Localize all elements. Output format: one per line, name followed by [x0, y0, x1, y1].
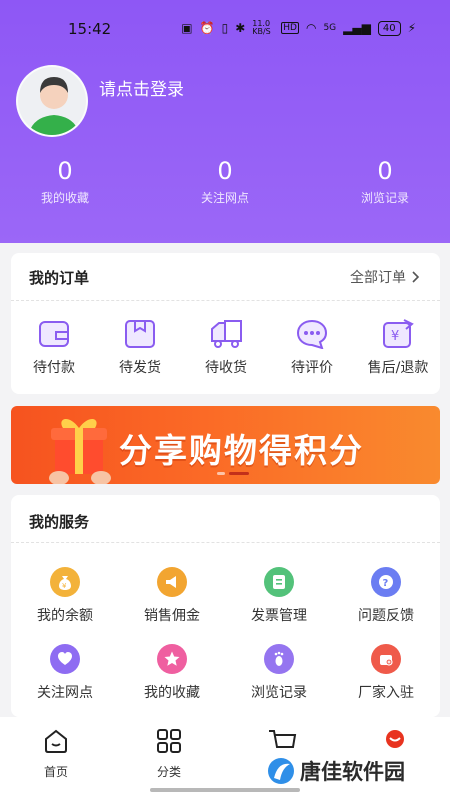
order-label: 售后/退款	[367, 360, 429, 376]
order-pending-review[interactable]: 待评价	[272, 319, 352, 377]
battery-indicator: 40	[377, 20, 401, 36]
watermark-text: 唐佳软件园	[300, 760, 405, 784]
wifi-icon: ◠	[305, 21, 317, 35]
carousel-indicator	[217, 472, 249, 475]
stat-followed-outlets[interactable]: 0 关注网点	[160, 157, 290, 206]
cart-icon	[269, 730, 297, 748]
order-label: 待收货	[205, 360, 247, 376]
stat-browse-history[interactable]: 0 浏览记录	[320, 157, 450, 206]
all-orders-label: 全部订单	[350, 270, 406, 286]
service-label: 厂家入驻	[358, 685, 414, 701]
store-icon	[371, 644, 401, 674]
megaphone-icon	[157, 567, 187, 597]
status-bar: 15:42 ▣ ⏰ ▯ ✱ 11.0 KB/S HD ◠ 5G ▂▄▆ 40 ⚡	[0, 0, 450, 60]
tab-category[interactable]: 分类	[139, 727, 199, 780]
order-label: 待评价	[291, 360, 333, 376]
login-prompt[interactable]: 请点击登录	[99, 75, 184, 100]
tab-label: 首页	[43, 765, 68, 779]
truck-icon	[211, 320, 242, 348]
svg-text:¥: ¥	[391, 329, 399, 344]
stat-label: 关注网点	[200, 191, 249, 205]
orders-card: 我的订单 全部订单 待付款 待发货 待收货 待评价 ¥ 售后/退款	[11, 253, 440, 394]
status-icons: ▣ ⏰ ▯ ✱ 11.0 KB/S HD ◠ 5G ▂▄▆ 40 ⚡	[181, 20, 416, 36]
divider	[11, 542, 440, 543]
profile-header: 15:42 ▣ ⏰ ▯ ✱ 11.0 KB/S HD ◠ 5G ▂▄▆ 40 ⚡…	[0, 0, 450, 243]
tab-home[interactable]: 首页	[26, 727, 86, 780]
signal-5g: 5G	[323, 23, 337, 33]
footprint-icon	[264, 644, 294, 674]
heart-icon	[50, 644, 80, 674]
stat-value: 0	[377, 157, 393, 185]
svg-text:¥: ¥	[62, 582, 67, 590]
carousel-dot	[217, 472, 225, 475]
all-orders-link[interactable]: 全部订单	[350, 267, 420, 287]
stat-value: 0	[57, 157, 73, 185]
avatar[interactable]	[16, 65, 88, 137]
refund-icon: ¥	[383, 319, 414, 348]
alarm-icon: ⏰	[199, 21, 215, 35]
service-feedback[interactable]: ? 问题反馈	[336, 567, 436, 625]
service-commission[interactable]: 销售佣金	[122, 567, 222, 625]
services-title: 我的服务	[29, 513, 90, 531]
watermark-logo-icon	[268, 758, 294, 784]
profile-icon	[386, 730, 404, 748]
signal-bars-icon: ▂▄▆	[343, 21, 371, 35]
service-followed-outlets[interactable]: 关注网点	[15, 644, 115, 702]
grid-icon	[157, 729, 181, 753]
status-time: 15:42	[68, 20, 112, 38]
charging-icon: ⚡	[407, 21, 416, 35]
wallet-icon	[39, 321, 69, 347]
service-balance[interactable]: ¥ 我的余额	[15, 567, 115, 625]
chevron-right-icon	[412, 271, 420, 283]
tab-label: 分类	[156, 765, 181, 779]
avatar-person-icon	[28, 77, 80, 135]
banner-text: 分享购物得积分	[119, 431, 364, 470]
stat-label: 我的收藏	[40, 191, 89, 205]
service-browse-history[interactable]: 浏览记录	[229, 644, 329, 702]
home-indicator[interactable]	[150, 788, 300, 792]
service-label: 我的收藏	[144, 685, 200, 701]
stat-favorites[interactable]: 0 我的收藏	[0, 157, 130, 206]
question-icon: ?	[371, 567, 401, 597]
star-icon	[157, 644, 187, 674]
carousel-dot-active	[229, 472, 249, 475]
package-icon	[125, 320, 155, 348]
service-favorites[interactable]: 我的收藏	[122, 644, 222, 702]
stat-value: 0	[217, 157, 233, 185]
service-label: 发票管理	[251, 608, 307, 624]
order-after-sales[interactable]: ¥ 售后/退款	[358, 319, 438, 377]
network-speed: 11.0 KB/S	[252, 19, 271, 36]
invoice-icon	[264, 567, 294, 597]
nfc-icon: ▣	[181, 21, 193, 35]
order-label: 待发货	[119, 360, 161, 376]
stat-label: 浏览记录	[360, 191, 409, 205]
order-pending-payment[interactable]: 待付款	[14, 319, 94, 377]
service-label: 浏览记录	[251, 685, 307, 701]
gift-box-icon	[49, 418, 111, 484]
service-label: 销售佣金	[144, 608, 200, 624]
watermark: 唐佳软件园	[266, 756, 405, 786]
order-pending-receipt[interactable]: 待收货	[186, 319, 266, 377]
chat-bubble-icon	[296, 319, 328, 349]
home-icon	[45, 729, 67, 753]
money-bag-icon: ¥	[50, 567, 80, 597]
orders-title: 我的订单	[29, 269, 90, 287]
service-label: 关注网点	[37, 685, 93, 701]
service-label: 问题反馈	[358, 608, 414, 624]
svg-text:?: ?	[383, 578, 389, 589]
service-manufacturer-join[interactable]: 厂家入驻	[336, 644, 436, 702]
vibrate-icon: ▯	[221, 21, 229, 35]
promo-banner[interactable]: 分享购物得积分	[11, 406, 440, 484]
service-invoice[interactable]: 发票管理	[229, 567, 329, 625]
hd-icon: HD	[281, 22, 299, 34]
service-label: 我的余额	[37, 608, 93, 624]
bluetooth-icon: ✱	[235, 21, 246, 35]
order-label: 待付款	[33, 360, 75, 376]
divider	[11, 300, 440, 301]
services-card: 我的服务 ¥ 我的余额 销售佣金 发票管理 ? 问题反馈 关注网点 我的收藏 浏…	[11, 495, 440, 717]
order-pending-shipment[interactable]: 待发货	[100, 319, 180, 377]
